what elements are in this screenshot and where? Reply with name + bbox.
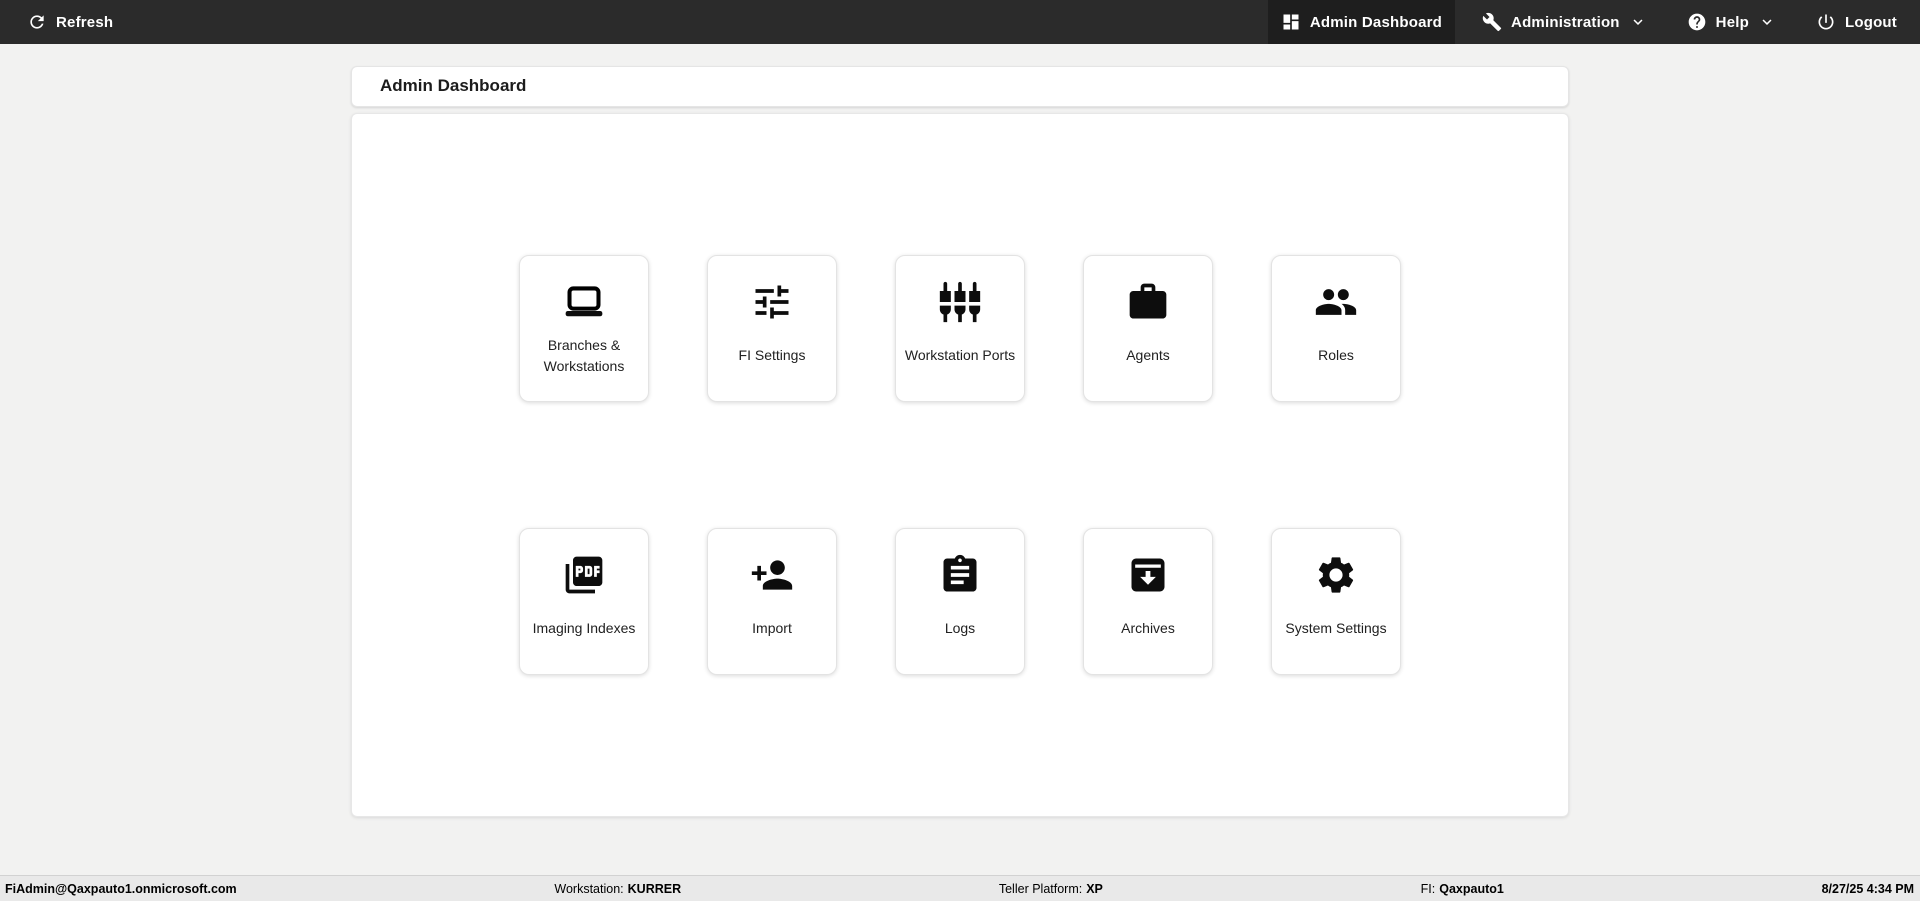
tile-system-settings[interactable]: System Settings [1271,528,1401,675]
nav-label: Admin Dashboard [1309,13,1443,31]
nav-item-help[interactable]: Help [1674,0,1789,44]
chevron-down-icon [1629,13,1647,31]
tune-sliders-icon [750,280,794,324]
tile-label-wrap: Branches & Workstations [528,324,640,387]
tile-label: Imaging Indexes [532,620,636,636]
dashboard-icon [1281,12,1301,32]
tile-label-wrap: FI Settings [739,324,806,387]
tile-label-wrap: Archives [1121,597,1175,660]
tile-label-wrap: System Settings [1285,597,1386,660]
tile-logs[interactable]: Logs [895,528,1025,675]
briefcase-icon [1126,280,1170,324]
clipboard-icon [938,553,982,597]
nav-label: Help [1715,13,1749,31]
tile-label: Branches & Workstations [543,336,625,374]
tile-label: Agents [1126,347,1170,363]
refresh-icon [27,12,47,32]
tile-label-wrap: Imaging Indexes [533,597,636,660]
tile-label: Workstation Ports [904,347,1016,363]
fi-value: Qaxpauto1 [1439,881,1504,896]
status-teller-platform: Teller Platform: XP [999,882,1103,896]
person-add-icon [750,553,794,597]
tile-label: Logs [944,620,976,636]
nav-item-admin-dashboard[interactable]: Admin Dashboard [1267,0,1456,44]
tile-label-wrap: Import [752,597,792,660]
help-icon [1687,12,1707,32]
tile-agents[interactable]: Agents [1083,255,1213,402]
tile-label-wrap: Roles [1318,324,1354,387]
topbar-nav: Admin Dashboard Administration Help Logo… [1267,0,1910,44]
tile-fi-settings[interactable]: FI Settings [707,255,837,402]
gear-icon [1314,553,1358,597]
tile-label-wrap: Logs [945,597,975,660]
nav-item-logout[interactable]: Logout [1803,0,1910,44]
status-datetime: 8/27/25 4:34 PM [1822,882,1914,896]
page-title: Admin Dashboard [380,76,527,95]
tile-label-wrap: Workstation Ports [905,324,1015,387]
pdf-icon [562,553,606,597]
status-user: FiAdmin@Qaxpauto1.onmicrosoft.com [5,882,237,896]
people-icon [1314,280,1358,324]
tile-label: FI Settings [738,347,806,363]
tile-roles[interactable]: Roles [1271,255,1401,402]
tile-label: Roles [1318,347,1354,363]
main-content: Admin Dashboard Branches & Workstations … [351,66,1569,817]
tile-imaging-indexes[interactable]: Imaging Indexes [519,528,649,675]
nav-item-administration[interactable]: Administration [1469,0,1660,44]
tile-archives[interactable]: Archives [1083,528,1213,675]
status-fi: FI: Qaxpauto1 [1421,882,1504,896]
status-bar: FiAdmin@Qaxpauto1.onmicrosoft.com Workst… [0,875,1920,901]
dashboard-tile-grid: Branches & Workstations FI Settings Work… [351,113,1569,817]
nav-label: Administration [1511,13,1620,31]
tile-branches-workstations[interactable]: Branches & Workstations [519,255,649,402]
tile-workstation-ports[interactable]: Workstation Ports [895,255,1025,402]
wrench-icon [1482,12,1502,32]
platform-label: Teller Platform: [998,881,1083,896]
laptop-icon [562,280,606,324]
workstation-label: Workstation: [554,881,624,896]
tile-label-wrap: Agents [1126,324,1170,387]
refresh-button[interactable]: Refresh [14,0,126,44]
platform-value: XP [1086,881,1103,896]
tile-label: Archives [1121,620,1175,636]
fi-label: FI: [1420,881,1436,896]
component-ports-icon [938,280,982,324]
user-email: FiAdmin@Qaxpauto1.onmicrosoft.com [5,881,237,896]
tile-label: Import [752,620,792,636]
refresh-label: Refresh [56,13,114,31]
page-title-card: Admin Dashboard [351,66,1569,107]
tile-label: System Settings [1285,620,1387,636]
workstation-value: KURRER [627,881,682,896]
status-workstation: Workstation: KURRER [554,882,681,896]
topbar: Refresh Admin Dashboard Administration H… [0,0,1920,44]
nav-label: Logout [1844,13,1897,31]
chevron-down-icon [1758,13,1776,31]
tile-import[interactable]: Import [707,528,837,675]
power-icon [1816,12,1836,32]
datetime-value: 8/27/25 4:34 PM [1821,881,1914,896]
archive-icon [1126,553,1170,597]
